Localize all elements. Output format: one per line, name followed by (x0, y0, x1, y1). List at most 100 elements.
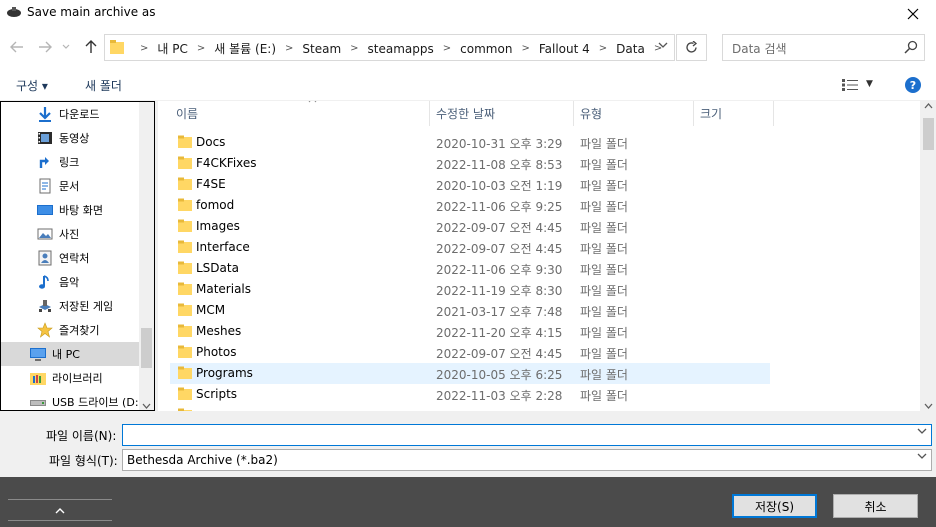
filename-label: 파일 이름(N): (46, 429, 117, 443)
nav-item-videos[interactable]: 동영상 (1, 126, 139, 150)
column-header-type[interactable]: 유형 (574, 101, 694, 126)
chevron-down-icon[interactable] (917, 453, 927, 460)
file-list-scrollbar[interactable] (920, 101, 936, 411)
file-type: 파일 폴더 (580, 137, 628, 151)
breadcrumb-item[interactable]: Steam (302, 42, 341, 56)
scrollbar-thumb[interactable] (141, 328, 152, 368)
nav-pane-scrollbar[interactable] (139, 102, 154, 410)
nav-item-saved-games[interactable]: 저장된 게임 (1, 294, 139, 318)
file-date: 2022-09-07 오전 4:45 (436, 347, 563, 361)
nav-item-libraries[interactable]: 라이브러리 (1, 366, 139, 390)
search-input[interactable]: Data 검색 (732, 40, 787, 57)
scroll-up-icon[interactable] (924, 103, 933, 109)
file-name: Images (196, 219, 240, 233)
nav-item-music[interactable]: 음악 (1, 270, 139, 294)
chevron-down-icon (658, 42, 668, 48)
file-row[interactable]: Materials 2022-11-19 오후 8:30 파일 폴더 (170, 279, 770, 300)
file-row[interactable]: Docs 2020-10-31 오후 3:29 파일 폴더 (170, 132, 770, 153)
chevron-right-icon[interactable]: > (350, 43, 358, 54)
file-row[interactable]: Images 2022-09-07 오전 4:45 파일 폴더 (170, 216, 770, 237)
breadcrumb-item[interactable]: 새 볼륨 (E:) (214, 40, 276, 57)
save-form: 파일 이름(N): 파일 형식(T): Bethesda Archive (*.… (0, 411, 936, 477)
file-row-highlighted[interactable]: Programs 2020-10-05 오후 6:25 파일 폴더 (170, 363, 770, 384)
breadcrumb-item[interactable]: common (460, 42, 512, 56)
desktop-icon (37, 205, 53, 215)
back-button[interactable] (8, 38, 26, 56)
cancel-button[interactable]: 취소 (833, 494, 918, 518)
file-row[interactable]: Meshes 2022-11-20 오후 4:15 파일 폴더 (170, 321, 770, 342)
file-type: 파일 폴더 (580, 158, 628, 172)
file-type: 파일 폴더 (580, 179, 628, 193)
nav-item-downloads[interactable]: 다운로드 (1, 102, 139, 126)
view-options-icon[interactable] (842, 79, 858, 91)
breadcrumb-item[interactable]: steamapps (368, 42, 434, 56)
file-date: 2022-11-06 오후 9:25 (436, 200, 563, 214)
chevron-down-icon (62, 44, 70, 49)
scroll-down-icon[interactable] (924, 403, 933, 409)
scrollbar-thumb[interactable] (923, 118, 934, 150)
breadcrumb-item[interactable]: Fallout 4 (539, 42, 590, 56)
forward-button[interactable] (36, 38, 54, 56)
file-row[interactable]: MCM 2021-03-17 오후 7:48 파일 폴더 (170, 300, 770, 321)
help-icon[interactable]: ? (905, 77, 921, 93)
nav-item-usb-drive[interactable]: USB 드라이브 (D: (1, 390, 139, 410)
chevron-right-icon[interactable]: > (285, 43, 293, 54)
new-folder-button[interactable]: 새 폴더 (85, 77, 122, 94)
nav-item-links[interactable]: 링크 (1, 150, 139, 174)
nav-item-label: 링크 (59, 156, 80, 169)
music-icon (39, 275, 49, 289)
arrow-up-icon (85, 40, 97, 53)
chevron-right-icon[interactable]: > (599, 43, 607, 54)
file-name: F4SE (196, 177, 226, 191)
file-name: fomod (196, 198, 235, 212)
nav-item-favorites[interactable]: 즐겨찾기 (1, 318, 139, 342)
recent-locations-button[interactable] (60, 38, 72, 56)
arrow-right-icon (39, 41, 52, 53)
refresh-button[interactable] (676, 34, 707, 61)
search-box[interactable]: Data 검색 (722, 34, 925, 61)
file-row[interactable]: Scripts 2022-11-03 오후 2:28 파일 폴더 (170, 384, 770, 405)
file-row[interactable]: Photos 2022-09-07 오전 4:45 파일 폴더 (170, 342, 770, 363)
view-dropdown-icon[interactable]: ▼ (866, 79, 873, 89)
column-header-size[interactable]: 크기 (694, 101, 774, 126)
file-type: 파일 폴더 (580, 200, 628, 214)
chevron-right-icon[interactable]: > (443, 43, 451, 54)
filetype-select[interactable]: Bethesda Archive (*.ba2) (122, 449, 932, 471)
folder-icon (178, 282, 192, 295)
save-button[interactable]: 저장(S) (732, 494, 817, 518)
file-row[interactable]: F4SE 2020-10-03 오전 1:19 파일 폴더 (170, 174, 770, 195)
nav-item-label: 내 PC (52, 348, 80, 361)
address-bar[interactable]: > 내 PC > 새 볼륨 (E:) > Steam > steamapps >… (104, 34, 675, 61)
nav-item-label: 바탕 화면 (59, 204, 103, 217)
organize-button[interactable]: 구성 ▾ (16, 77, 48, 94)
filename-input[interactable] (122, 424, 932, 446)
breadcrumb-item[interactable]: 내 PC (157, 40, 187, 57)
address-dropdown-button[interactable] (658, 41, 668, 52)
nav-item-pictures[interactable]: 사진 (1, 222, 139, 246)
nav-item-documents[interactable]: 문서 (1, 174, 139, 198)
close-button[interactable] (890, 0, 936, 27)
hide-folders-button[interactable] (8, 499, 112, 521)
breadcrumb-item[interactable]: Data (616, 42, 645, 56)
file-name: MCM (196, 303, 226, 317)
file-name: Meshes (196, 324, 242, 338)
column-header-name[interactable]: 이름 (170, 101, 430, 126)
file-row[interactable]: fomod 2022-11-06 오후 9:25 파일 폴더 (170, 195, 770, 216)
column-header-label: 이름 (176, 107, 199, 121)
chevron-right-icon[interactable]: > (521, 43, 529, 54)
file-list: 이름 수정한 날짜 유형 크기 Docs 2020-10-31 오후 3:29 … (158, 101, 936, 411)
chevron-right-icon[interactable]: > (197, 43, 205, 54)
up-button[interactable] (82, 38, 100, 56)
file-type: 파일 폴더 (580, 263, 628, 277)
file-row[interactable]: LSData 2022-11-06 오후 9:30 파일 폴더 (170, 258, 770, 279)
navigation-pane: 다운로드 동영상 링크 문서 바탕 화면 사진 연락처 음악 저장된 게임 즐겨… (0, 101, 155, 411)
nav-item-this-pc[interactable]: 내 PC (1, 342, 139, 366)
scroll-down-icon[interactable] (142, 403, 151, 409)
column-header-date[interactable]: 수정한 날짜 (430, 101, 574, 126)
nav-item-desktop[interactable]: 바탕 화면 (1, 198, 139, 222)
chevron-down-icon[interactable] (917, 428, 927, 435)
nav-item-contacts[interactable]: 연락처 (1, 246, 139, 270)
window-title: Save main archive as (27, 5, 156, 19)
file-row[interactable]: F4CKFixes 2022-11-08 오후 8:53 파일 폴더 (170, 153, 770, 174)
file-row[interactable]: Interface 2022-09-07 오전 4:45 파일 폴더 (170, 237, 770, 258)
